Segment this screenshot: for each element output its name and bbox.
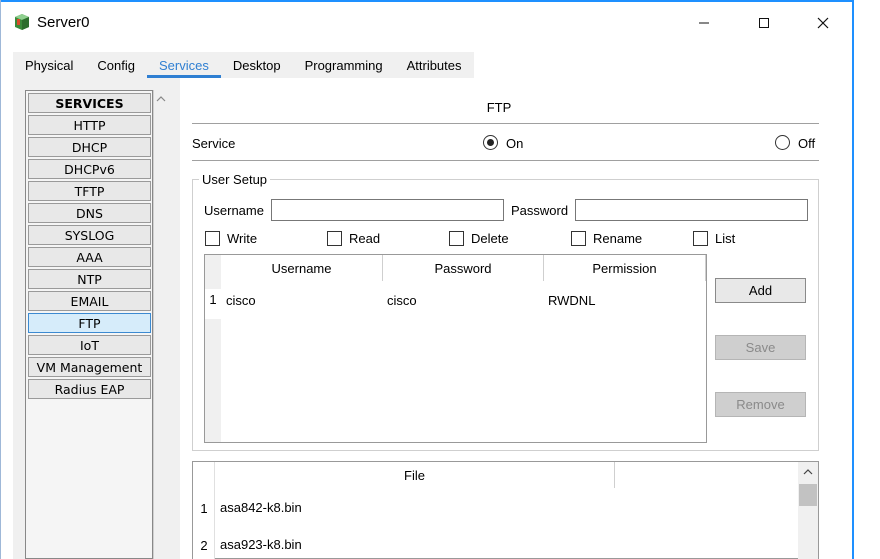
scrollbar-thumb[interactable]: [799, 484, 817, 506]
services-list: SERVICES HTTP DHCP DHCPv6 TFTP DNS SYSLO…: [25, 90, 153, 559]
service-radius-eap-button[interactable]: Radius EAP: [28, 379, 151, 399]
file-list-scrollbar[interactable]: [798, 462, 818, 559]
username-input[interactable]: [271, 199, 504, 221]
close-button[interactable]: [803, 10, 843, 36]
save-button[interactable]: Save: [715, 335, 806, 360]
tab-desktop[interactable]: Desktop: [221, 52, 293, 78]
file-row-number: 2: [200, 538, 208, 553]
file-item[interactable]: asa923-k8.bin: [220, 537, 302, 552]
tab-config[interactable]: Config: [85, 52, 147, 78]
minimize-button[interactable]: [684, 10, 724, 36]
window-border-right: [852, 0, 854, 559]
service-label: Service: [192, 136, 236, 151]
maximize-icon: [759, 18, 769, 28]
table-cell-username[interactable]: cisco: [226, 293, 256, 308]
chevron-up-icon[interactable]: [801, 465, 815, 479]
service-ntp-button[interactable]: NTP: [28, 269, 151, 289]
service-dhcp-button[interactable]: DHCP: [28, 137, 151, 157]
services-header: SERVICES: [28, 93, 151, 113]
rename-label: Rename: [593, 231, 643, 246]
service-off-radio[interactable]: [775, 135, 790, 150]
service-ftp-button[interactable]: FTP: [28, 313, 151, 333]
tab-attributes[interactable]: Attributes: [395, 52, 474, 78]
user-setup-group: User Setup Username Password Write Read …: [192, 172, 819, 451]
rename-checkbox[interactable]: [571, 231, 586, 246]
username-label: Username: [204, 203, 264, 218]
user-table[interactable]: Username Password Permission 1 cisco cis…: [204, 254, 707, 443]
password-label: Password: [511, 203, 569, 218]
add-button[interactable]: Add: [715, 278, 806, 303]
tab-bar: Physical Config Services Desktop Program…: [13, 52, 474, 78]
write-label: Write: [227, 231, 258, 246]
file-column-header[interactable]: File: [215, 462, 615, 488]
tab-programming[interactable]: Programming: [293, 52, 395, 78]
user-setup-legend: User Setup: [199, 172, 271, 187]
file-list[interactable]: File 1 asa842-k8.bin 2 asa923-k8.bin: [192, 461, 819, 559]
remove-button[interactable]: Remove: [715, 392, 806, 417]
minimize-icon: [699, 22, 709, 24]
service-syslog-button[interactable]: SYSLOG: [28, 225, 151, 245]
service-on-label: On: [506, 136, 524, 151]
close-icon: [817, 17, 829, 29]
column-header-permission[interactable]: Permission: [544, 255, 706, 281]
list-label: List: [715, 231, 736, 246]
maximize-button[interactable]: [744, 10, 784, 36]
ftp-panel: FTP Service On Off User Setup Username P…: [180, 78, 841, 559]
tab-physical[interactable]: Physical: [13, 52, 85, 78]
tab-services[interactable]: Services: [147, 52, 221, 78]
service-off-label: Off: [798, 136, 816, 151]
delete-label: Delete: [471, 231, 509, 246]
ftp-title: FTP: [486, 100, 512, 115]
window-title: Server0: [37, 14, 90, 31]
service-dhcpv6-button[interactable]: DHCPv6: [28, 159, 151, 179]
password-input[interactable]: [575, 199, 808, 221]
service-iot-button[interactable]: IoT: [28, 335, 151, 355]
file-item[interactable]: asa842-k8.bin: [220, 500, 302, 515]
divider: [192, 160, 819, 161]
server-app-icon: [15, 14, 29, 30]
column-header-username[interactable]: Username: [221, 255, 383, 281]
window-border-left: [0, 0, 1, 559]
service-email-button[interactable]: EMAIL: [28, 291, 151, 311]
service-vm-management-button[interactable]: VM Management: [28, 357, 151, 377]
column-header-password[interactable]: Password: [383, 255, 544, 281]
table-row-number[interactable]: 1: [205, 289, 221, 319]
divider: [192, 123, 819, 124]
service-tftp-button[interactable]: TFTP: [28, 181, 151, 201]
write-checkbox[interactable]: [205, 231, 220, 246]
service-aaa-button[interactable]: AAA: [28, 247, 151, 267]
chevron-up-icon[interactable]: [154, 92, 168, 106]
table-cell-password[interactable]: cisco: [387, 293, 417, 308]
service-on-radio[interactable]: [483, 135, 498, 150]
file-row-number: 1: [200, 501, 208, 516]
services-content: SERVICES HTTP DHCP DHCPv6 TFTP DNS SYSLO…: [13, 78, 841, 559]
read-checkbox[interactable]: [327, 231, 342, 246]
service-dns-button[interactable]: DNS: [28, 203, 151, 223]
row-header-column: [205, 255, 221, 442]
read-label: Read: [349, 231, 381, 246]
list-checkbox[interactable]: [693, 231, 708, 246]
table-cell-permission[interactable]: RWDNL: [548, 293, 595, 308]
service-http-button[interactable]: HTTP: [28, 115, 151, 135]
title-bar[interactable]: Server0: [1, 2, 852, 42]
services-scrollbar[interactable]: [153, 90, 167, 559]
delete-checkbox[interactable]: [449, 231, 464, 246]
